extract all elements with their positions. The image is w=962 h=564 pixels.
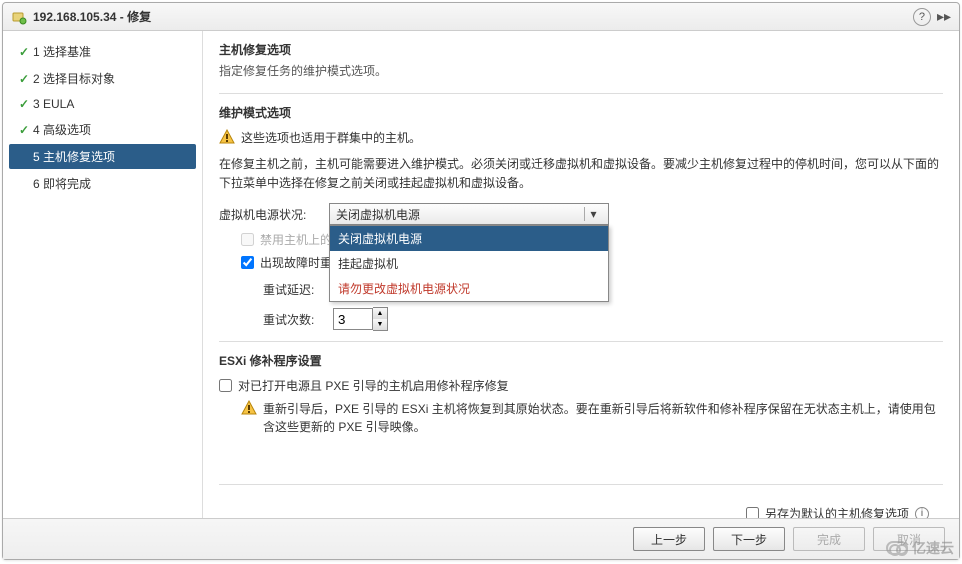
maintenance-description: 在修复主机之前，主机可能需要进入维护模式。必须关闭或迁移虚拟机和虚拟设备。要减少…	[219, 155, 943, 193]
wizard-steps-sidebar: ✓1 选择基准 ✓2 选择目标对象 ✓3 EULA ✓4 高级选项 5 主机修复…	[3, 31, 203, 518]
page-title: 主机修复选项	[219, 41, 943, 58]
window-title: 192.168.105.34 - 修复	[33, 8, 151, 25]
section-maintenance-title: 维护模式选项	[219, 104, 943, 121]
finish-button: 完成	[793, 527, 865, 551]
page-subtitle: 指定修复任务的维护模式选项。	[219, 62, 943, 79]
power-state-dropdown: 关闭虚拟机电源 挂起虚拟机 请勿更改虚拟机电源状况	[329, 225, 609, 302]
pxe-checkbox-row: 对已打开电源且 PXE 引导的主机启用修补程序修复	[219, 377, 943, 394]
pxe-warning: 重新引导后，PXE 引导的 ESXi 主机将恢复到其原始状态。要在重新引导后将新…	[241, 400, 943, 436]
step-select-baseline[interactable]: ✓1 选择基准	[9, 39, 196, 64]
section-esxi-title: ESXi 修补程序设置	[219, 352, 943, 369]
power-state-row: 虚拟机电源状况: 关闭虚拟机电源 ▾ 关闭虚拟机电源 挂起虚拟机 请勿更改虚拟机…	[219, 203, 943, 225]
spinner-down[interactable]: ▼	[373, 319, 387, 330]
retry-delay-label: 重试延迟:	[263, 281, 333, 298]
retry-checkbox[interactable]	[241, 256, 254, 269]
power-state-select[interactable]: 关闭虚拟机电源 ▾	[329, 203, 609, 225]
collapse-button[interactable]: ▸▸	[937, 8, 951, 25]
warning-icon	[219, 129, 235, 145]
back-button[interactable]: 上一步	[633, 527, 705, 551]
cluster-warning: 这些选项也适用于群集中的主机。	[219, 129, 943, 147]
button-bar: 上一步 下一步 完成 取消	[3, 518, 959, 559]
host-icon	[11, 9, 27, 25]
step-ready[interactable]: ✓6 即将完成	[9, 171, 196, 196]
option-suspend[interactable]: 挂起虚拟机	[330, 251, 608, 276]
next-button[interactable]: 下一步	[713, 527, 785, 551]
retry-count-input[interactable]	[333, 308, 373, 330]
option-power-off[interactable]: 关闭虚拟机电源	[330, 226, 608, 251]
chevron-down-icon: ▾	[584, 207, 602, 221]
option-do-not-change[interactable]: 请勿更改虚拟机电源状况	[330, 276, 608, 301]
info-icon[interactable]: i	[915, 507, 929, 518]
retry-count-spinner[interactable]: ▲▼	[333, 307, 388, 331]
titlebar: 192.168.105.34 - 修复 ? ▸▸	[3, 3, 959, 31]
step-eula[interactable]: ✓3 EULA	[9, 93, 196, 115]
step-host-remediation[interactable]: 5 主机修复选项	[9, 144, 196, 169]
power-state-label: 虚拟机电源状况:	[219, 206, 329, 223]
save-default-checkbox[interactable]	[746, 507, 759, 518]
disable-removable-checkbox	[241, 233, 254, 246]
pxe-checkbox[interactable]	[219, 379, 232, 392]
content-pane: 主机修复选项 指定修复任务的维护模式选项。 维护模式选项 这些选项也适用于群集中…	[203, 31, 959, 518]
cancel-button: 取消	[873, 527, 945, 551]
save-default-row: 另存为默认的主机修复选项 i	[219, 495, 943, 518]
step-select-target[interactable]: ✓2 选择目标对象	[9, 66, 196, 91]
warning-icon	[241, 400, 257, 416]
spinner-up[interactable]: ▲	[373, 308, 387, 319]
retry-count-label: 重试次数:	[263, 311, 333, 328]
dialog-window: 192.168.105.34 - 修复 ? ▸▸ ✓1 选择基准 ✓2 选择目标…	[2, 2, 960, 560]
step-advanced[interactable]: ✓4 高级选项	[9, 117, 196, 142]
help-button[interactable]: ?	[913, 8, 931, 26]
retry-count-row: 重试次数: ▲▼	[263, 307, 943, 331]
